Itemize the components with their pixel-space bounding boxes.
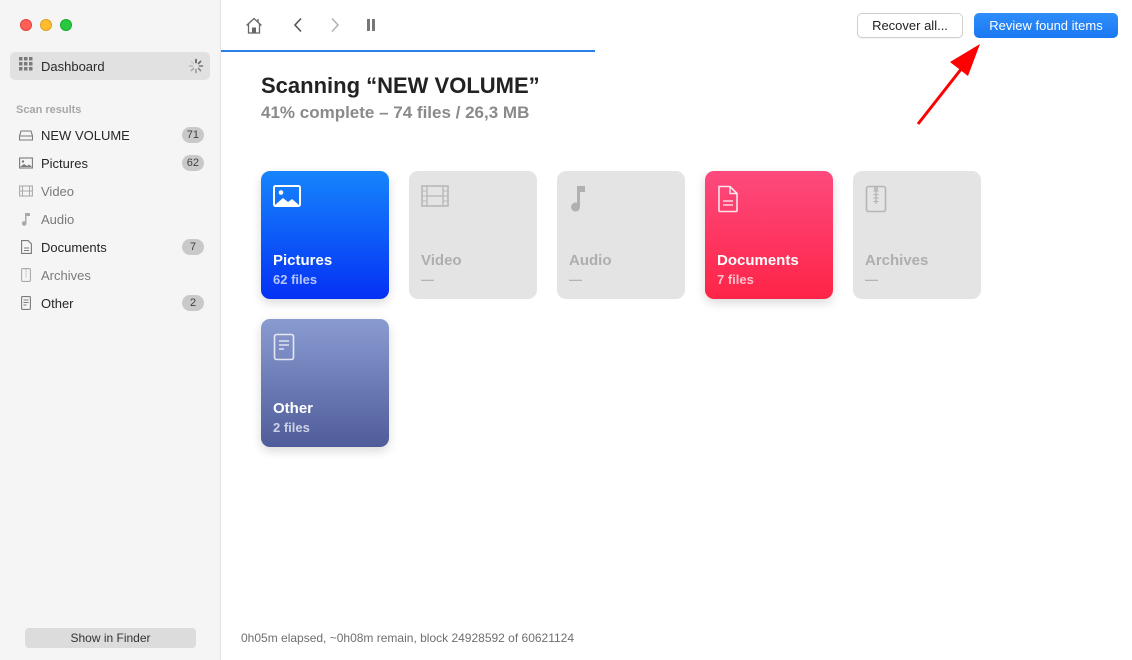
film-icon: [421, 185, 449, 212]
back-icon[interactable]: [288, 15, 308, 35]
sidebar-item-label: Audio: [41, 211, 75, 227]
forward-icon[interactable]: [325, 15, 345, 35]
tile-count: 7 files: [717, 272, 754, 287]
tile-name: Other: [273, 400, 314, 417]
dashboard-label: Dashboard: [41, 58, 105, 74]
tile-pictures[interactable]: Pictures 62 files: [261, 171, 389, 299]
count-badge: 7: [182, 239, 204, 255]
tile-name: Documents: [717, 252, 799, 269]
picture-icon: [273, 185, 301, 212]
count-badge: 71: [181, 127, 204, 143]
window-controls: [20, 19, 72, 31]
tile-name: Video: [421, 252, 462, 269]
sidebar-item-label: Video: [41, 183, 75, 199]
tile-name: Audio: [569, 252, 612, 269]
pause-icon[interactable]: [361, 15, 381, 35]
archive-icon: [19, 268, 33, 282]
sidebar-item-label: NEW VOLUME: [41, 127, 130, 143]
tile-name: Archives: [865, 252, 929, 269]
sidebar-item-label: Pictures: [41, 155, 88, 171]
picture-icon: [19, 156, 33, 170]
count-badge: 62: [181, 155, 204, 171]
tile-count: 62 files: [273, 272, 318, 287]
file-icon: [19, 296, 33, 310]
sidebar-item-audio[interactable]: Audio: [0, 205, 221, 233]
drive-icon: [19, 128, 33, 142]
tile-count: —: [421, 272, 434, 287]
sidebar-item-video[interactable]: Video: [0, 177, 221, 205]
grid-icon: [19, 56, 33, 76]
page-title: Scanning “NEW VOLUME”: [261, 73, 540, 98]
sidebar-item-other[interactable]: Other 2: [0, 289, 221, 317]
tile-audio[interactable]: Audio —: [557, 171, 685, 299]
sidebar-item-label: Archives: [41, 267, 91, 283]
sidebar-item-label: Documents: [41, 239, 107, 255]
tile-other[interactable]: Other 2 files: [261, 319, 389, 447]
tile-name: Pictures: [273, 252, 333, 269]
main-content: Recover all... Review found items Scanni…: [221, 0, 1132, 660]
review-found-items-button[interactable]: Review found items: [974, 13, 1118, 38]
home-icon[interactable]: [244, 15, 264, 35]
tile-documents[interactable]: Documents 7 files: [705, 171, 833, 299]
count-badge: 2: [182, 295, 204, 311]
annotation-arrow-icon: [916, 44, 980, 125]
film-icon: [19, 184, 33, 198]
close-window-button[interactable]: [20, 19, 32, 31]
minimize-window-button[interactable]: [40, 19, 52, 31]
archive-icon: [865, 185, 887, 218]
sidebar-item-label: Other: [41, 295, 74, 311]
sidebar: Dashboard Scan results NEW VOLUME 71 Pic…: [0, 0, 221, 660]
show-in-finder-button[interactable]: Show in Finder: [25, 628, 196, 648]
scan-status-text: 0h05m elapsed, ~0h08m remain, block 2492…: [241, 631, 575, 645]
app-window: Dashboard Scan results NEW VOLUME 71 Pic…: [0, 0, 1132, 660]
zoom-window-button[interactable]: [60, 19, 72, 31]
scan-results-heading: Scan results: [16, 104, 82, 116]
spinner-icon: [188, 58, 204, 74]
tile-count: —: [865, 272, 878, 287]
file-icon: [273, 333, 295, 366]
music-note-icon: [569, 185, 587, 218]
tile-count: —: [569, 272, 582, 287]
sidebar-item-documents[interactable]: Documents 7: [0, 233, 221, 261]
music-note-icon: [19, 212, 33, 226]
document-icon: [717, 185, 739, 218]
sidebar-item-new-volume[interactable]: NEW VOLUME 71: [0, 121, 221, 149]
tile-count: 2 files: [273, 420, 310, 435]
tile-video[interactable]: Video —: [409, 171, 537, 299]
scan-progress-summary: 41% complete – 74 files / 26,3 MB: [261, 103, 530, 122]
recover-all-button[interactable]: Recover all...: [857, 13, 963, 38]
scan-results-list: NEW VOLUME 71 Pictures 62 Video Audio Do…: [0, 121, 221, 317]
sidebar-item-archives[interactable]: Archives: [0, 261, 221, 289]
sidebar-item-pictures[interactable]: Pictures 62: [0, 149, 221, 177]
document-icon: [19, 240, 33, 254]
tile-archives[interactable]: Archives —: [853, 171, 981, 299]
sidebar-item-dashboard[interactable]: Dashboard: [10, 52, 210, 80]
scan-progress-bar: [221, 50, 595, 52]
